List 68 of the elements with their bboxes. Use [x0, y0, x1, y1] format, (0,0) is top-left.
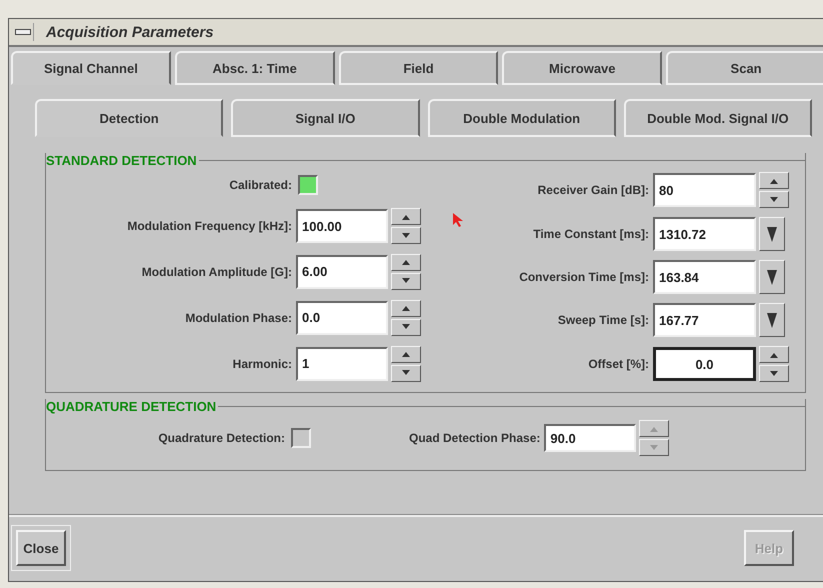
up-arrow-icon: [768, 178, 780, 184]
field-label: Modulation Amplitude [G]:: [140, 264, 293, 279]
field-label: Conversion Time [ms]:: [518, 270, 650, 284]
field-label: Quadrature Detection:: [158, 431, 286, 445]
increment-button[interactable]: [391, 254, 421, 271]
down-arrow-icon: [766, 268, 778, 286]
number-field[interactable]: 0.0: [653, 347, 756, 381]
group-title: QUADRATURE DETECTION: [46, 399, 216, 414]
tab[interactable]: Microwave: [502, 51, 662, 85]
decrement-button[interactable]: [391, 318, 421, 336]
increment-button[interactable]: [391, 346, 421, 363]
down-arrow-icon: [400, 370, 412, 376]
dropdown-button[interactable]: [759, 303, 785, 337]
tab[interactable]: Field: [338, 51, 498, 85]
decrement-button[interactable]: [759, 365, 789, 382]
dropdown-button[interactable]: [759, 260, 785, 294]
up-arrow-icon: [400, 351, 412, 358]
tab[interactable]: Absc. 1: Time: [174, 51, 335, 85]
value-field[interactable]: 163.84: [653, 260, 756, 294]
number-field[interactable]: 100.00: [296, 209, 388, 244]
tab[interactable]: Detection: [35, 99, 224, 137]
field-label: Offset [%]:: [587, 357, 650, 371]
down-arrow-icon: [766, 311, 778, 329]
increment-button[interactable]: [391, 300, 421, 317]
number-field[interactable]: 80: [653, 173, 756, 207]
decrement-button[interactable]: [391, 364, 421, 382]
value-field[interactable]: 167.77: [653, 303, 756, 337]
group-title: STANDARD DETECTION: [46, 153, 197, 168]
down-arrow-icon: [400, 232, 412, 239]
window-menu-icon[interactable]: [15, 29, 31, 35]
down-arrow-icon: [766, 225, 778, 243]
value-field[interactable]: 1310.72: [653, 217, 756, 251]
dropdown-button[interactable]: [759, 217, 785, 251]
tab[interactable]: Double Mod. Signal I/O: [624, 99, 812, 137]
tab[interactable]: Scan: [666, 51, 823, 85]
tab[interactable]: Double Modulation: [428, 99, 616, 137]
down-arrow-icon: [400, 278, 412, 284]
up-arrow-icon: [400, 305, 412, 312]
down-arrow-icon: [648, 444, 660, 450]
close-button[interactable]: Close: [16, 530, 66, 566]
window-title: Acquisition Parameters: [46, 24, 214, 40]
mouse-pointer-icon: [452, 212, 464, 228]
field-label: Time Constant [ms]:: [532, 227, 650, 241]
up-arrow-icon: [768, 352, 780, 358]
down-arrow-icon: [768, 196, 780, 202]
up-arrow-icon: [400, 259, 412, 266]
decrement-button[interactable]: [391, 227, 421, 244]
decrement-button[interactable]: [759, 191, 789, 208]
increment-button[interactable]: [759, 346, 789, 363]
up-arrow-icon: [400, 214, 412, 220]
field-label: Receiver Gain [dB]:: [536, 183, 650, 197]
number-field[interactable]: 0.0: [296, 300, 388, 335]
number-field[interactable]: 6.00: [296, 254, 388, 289]
up-arrow-icon: [648, 426, 660, 432]
tab[interactable]: Signal I/O: [231, 99, 420, 137]
number-field[interactable]: 1: [296, 346, 388, 381]
field-label: Sweep Time [s]:: [556, 313, 650, 327]
field-label: Modulation Frequency [kHz]:: [126, 219, 293, 234]
field-label: Quad Detection Phase:: [409, 431, 542, 445]
down-arrow-icon: [400, 324, 412, 330]
field-label: Calibrated:: [228, 178, 293, 192]
tab[interactable]: Signal Channel: [11, 51, 171, 85]
down-arrow-icon: [768, 370, 780, 376]
decrement-button[interactable]: [391, 272, 421, 290]
increment-button[interactable]: [391, 208, 421, 226]
increment-button[interactable]: [759, 172, 789, 189]
field-label: Modulation Phase:: [184, 310, 293, 325]
field-label: Harmonic:: [232, 356, 293, 371]
